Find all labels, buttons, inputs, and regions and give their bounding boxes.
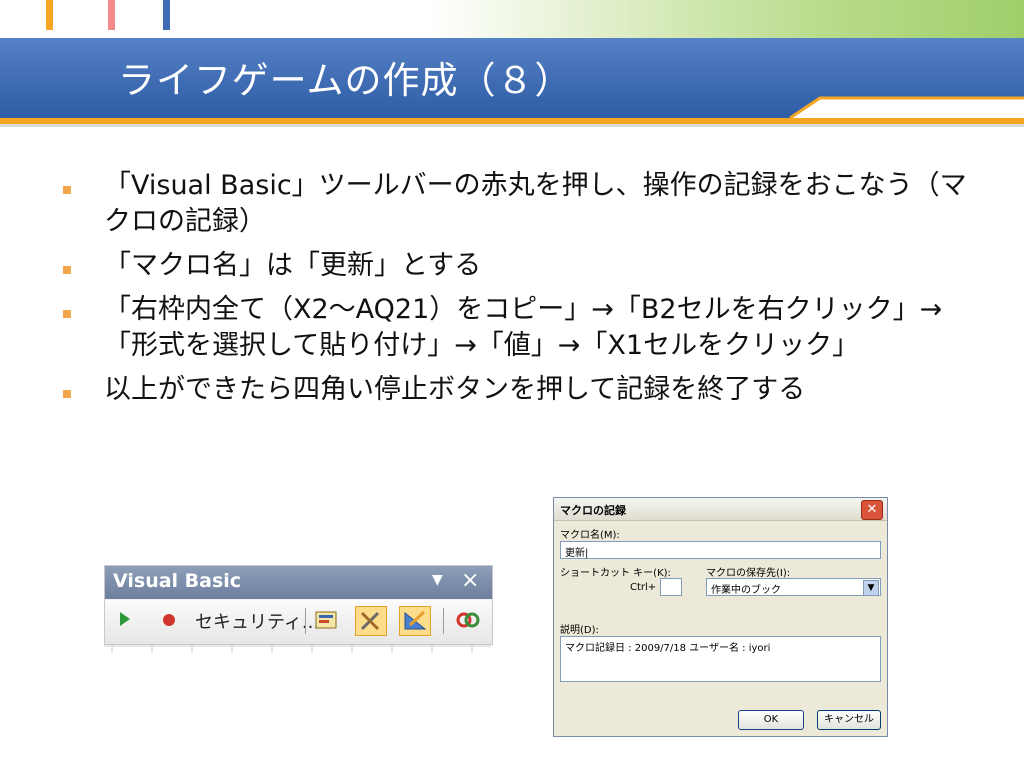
control-toolbox-icon[interactable] — [355, 606, 387, 636]
dialog-title: マクロの記録 — [560, 504, 626, 517]
cancel-button[interactable]: キャンセル — [817, 710, 881, 730]
accent-tick-blue — [163, 0, 170, 30]
shortcut-key-label: ショートカット キー(K): — [560, 568, 671, 579]
accent-tick-orange — [46, 0, 53, 30]
bullet-text: 「右枠内全て（X2～AQ21）をコピー」→「B2セルを右クリック」→「形式を選択… — [104, 294, 943, 361]
design-mode-icon[interactable] — [399, 606, 431, 636]
bullet-item: 「Visual Basic」ツールバーの赤丸を押し、操作の記録をおこなう（マクロ… — [60, 168, 990, 240]
bullet-text: 「マクロ名」は「更新」とする — [104, 250, 482, 281]
dialog-title-bar[interactable]: マクロの記録 ✕ — [554, 498, 887, 521]
grid-ticks-decoration — [104, 645, 491, 653]
bullet-square-icon — [63, 266, 71, 274]
bullet-text: 「Visual Basic」ツールバーの赤丸を押し、操作の記録をおこなう（マクロ… — [104, 170, 967, 237]
bullet-item: 「右枠内全て（X2～AQ21）をコピー」→「B2セルを右クリック」→「形式を選択… — [60, 292, 990, 364]
toolbar-title: Visual Basic — [113, 570, 242, 592]
toolbar-separator — [305, 608, 306, 634]
macro-name-input[interactable]: 更新| — [560, 541, 881, 559]
bullet-text: 以上ができたら四角い停止ボタンを押して記録を終了する — [104, 374, 806, 405]
macro-name-label: マクロ名(M): — [560, 530, 620, 541]
bullet-item: 「マクロ名」は「更新」とする — [60, 248, 990, 284]
toolbar-separator — [443, 608, 444, 634]
security-button[interactable]: セキュリティ... — [195, 608, 319, 634]
description-label: 説明(D): — [560, 625, 599, 636]
toolbar-body: セキュリティ... — [105, 600, 492, 644]
record-macro-icon[interactable] — [163, 614, 175, 626]
bullet-square-icon — [63, 390, 71, 398]
store-macro-in-label: マクロの保存先(I): — [706, 568, 791, 579]
bullet-item: 以上ができたら四角い停止ボタンを押して記録を終了する — [60, 372, 990, 408]
ok-button[interactable]: OK — [738, 710, 804, 730]
record-macro-dialog: マクロの記録 ✕ マクロ名(M): 更新| ショートカット キー(K): Ctr… — [553, 497, 888, 737]
toolbar-title-bar[interactable]: Visual Basic ▼ × — [105, 566, 492, 599]
toolbar-options-dropdown-icon[interactable]: ▼ — [432, 572, 443, 588]
ctrl-label: Ctrl+ — [630, 582, 657, 593]
top-decoration-band — [0, 0, 1024, 38]
visual-basic-toolbar: Visual Basic ▼ × セキュリティ... — [104, 565, 493, 645]
microsoft-script-editor-icon[interactable] — [453, 606, 485, 636]
bullet-list: 「Visual Basic」ツールバーの赤丸を押し、操作の記録をおこなう（マクロ… — [60, 168, 990, 416]
dialog-close-icon[interactable]: ✕ — [861, 500, 883, 520]
title-underline-gray — [0, 124, 1024, 127]
toolbar-close-icon[interactable]: × — [461, 568, 479, 593]
visual-basic-editor-icon[interactable] — [312, 606, 344, 636]
bullet-square-icon — [63, 310, 71, 318]
shortcut-key-input[interactable] — [660, 578, 682, 596]
description-textarea[interactable]: マクロ記録日 : 2009/7/18 ユーザー名 : iyori — [560, 636, 881, 682]
run-macro-icon[interactable] — [120, 612, 130, 626]
slide-title: ライフゲームの作成（８） — [118, 59, 573, 102]
chevron-down-icon[interactable]: ▼ — [863, 580, 879, 596]
store-macro-in-value: 作業中のブック — [711, 585, 781, 596]
accent-tick-pink — [108, 0, 115, 30]
bullet-square-icon — [63, 186, 71, 194]
store-macro-in-select[interactable]: 作業中のブック ▼ — [706, 578, 881, 596]
